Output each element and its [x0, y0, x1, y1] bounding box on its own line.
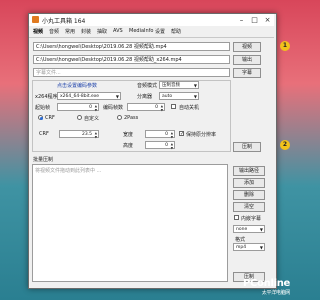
height-stepper[interactable]: 0 ▲ ▼ — [145, 141, 175, 150]
minimize-icon[interactable]: – — [235, 14, 248, 26]
tab-bar: 视频 音频 常用 封装 抽取 AVS MediaInfo 设置 帮助 — [29, 26, 274, 38]
batch-file-list[interactable]: 将视频文件拖动到此列表中 ... — [32, 164, 228, 282]
add-button[interactable]: 添加 — [233, 178, 265, 188]
auto-shutdown-checkbox[interactable] — [171, 104, 176, 109]
format-select[interactable]: mp4 ▼ — [233, 243, 265, 251]
maximize-icon[interactable]: □ — [248, 14, 261, 26]
splitter-label: 分离器 — [137, 94, 153, 100]
height-label: 高度 — [123, 143, 134, 149]
tab-mediainfo[interactable]: MediaInfo — [129, 28, 153, 34]
app-icon — [32, 16, 39, 23]
tab-mux[interactable]: 封装 — [81, 28, 91, 35]
mode-crf-label: CRF — [45, 115, 55, 121]
mode-2pass-radio[interactable] — [117, 115, 122, 120]
watermark-brand: PConline — [242, 278, 290, 289]
encoder-select[interactable]: x264_64-8bit.exe ▼ — [57, 92, 121, 100]
output-button[interactable]: 输出 — [233, 55, 261, 65]
audio-mode-select[interactable]: 压制音频 ▼ — [159, 81, 199, 89]
browse-video-button[interactable]: 视频 — [233, 42, 261, 52]
annotation-badge-2: 2 — [280, 140, 290, 150]
batch-list-placeholder: 将视频文件拖动到此列表中 ... — [35, 168, 102, 174]
keep-res-label: 保持原分辨率 — [186, 132, 217, 138]
sub-mode-select[interactable]: none ▼ — [233, 225, 265, 233]
chevron-down-icon: ▼ — [193, 94, 197, 99]
tab-audio[interactable]: 音频 — [49, 28, 59, 35]
tab-help[interactable]: 帮助 — [171, 28, 181, 35]
mode-2pass-label: 2Pass — [124, 115, 139, 121]
embedded-sub-label: 内嵌字幕 — [241, 216, 262, 222]
width-stepper[interactable]: 0 ▲ ▼ — [145, 130, 175, 139]
input-file-field[interactable]: C:\Users\hongwei\Desktop\2019.06.28 视频帮助… — [33, 42, 230, 51]
chevron-down-icon: ▼ — [193, 83, 197, 88]
crf-label: CRF — [39, 131, 49, 137]
format-label: 格式 — [235, 237, 246, 243]
watermark: PConline 太平洋电脑网 — [243, 278, 290, 296]
annotation-badge-1: 1 — [280, 41, 290, 51]
tab-settings[interactable]: 设置 — [155, 28, 165, 35]
tab-extract[interactable]: 抽取 — [97, 28, 107, 35]
chevron-down-icon: ▼ — [259, 227, 263, 232]
mode-crf-radio[interactable] — [38, 115, 43, 120]
tab-common[interactable]: 常用 — [65, 28, 75, 35]
chevron-down-icon: ▼ — [115, 94, 119, 99]
app-window: 小丸工具箱 164 – □ × 视频 音频 常用 封装 抽取 AVS Media… — [28, 13, 277, 289]
start-frame-stepper[interactable]: 0 ▲ ▼ — [57, 103, 99, 112]
delete-button[interactable]: 删除 — [233, 190, 265, 200]
audio-mode-label: 音频模式 — [137, 83, 158, 89]
close-icon[interactable]: × — [261, 14, 274, 26]
mode-custom-label: 自定义 — [84, 116, 100, 122]
frame-count-label: 编码帧数 — [103, 105, 124, 111]
splitter-select[interactable]: auto ▼ — [159, 92, 199, 100]
keep-res-checkbox[interactable]: ✓ — [179, 131, 184, 137]
mode-custom-radio[interactable] — [77, 115, 82, 120]
start-frame-label: 起始帧 — [35, 105, 51, 111]
auto-shutdown-label: 自动关机 — [179, 105, 200, 111]
title-bar[interactable]: 小丸工具箱 164 – □ × — [29, 14, 274, 26]
subtitle-button[interactable]: 字幕 — [233, 68, 261, 78]
clear-button[interactable]: 清空 — [233, 202, 265, 212]
output-file-field[interactable]: C:\Users\hongwei\Desktop\2019.06.28 视频帮助… — [33, 55, 230, 64]
encoder-label: x264程序 — [35, 94, 58, 100]
frame-count-stepper[interactable]: 0 ▲ ▼ — [127, 103, 165, 112]
width-label: 宽度 — [123, 132, 134, 138]
window-title: 小丸工具箱 164 — [42, 18, 86, 25]
tab-avs[interactable]: AVS — [113, 28, 123, 34]
output-path-button[interactable]: 输出路径 — [233, 166, 265, 176]
crf-stepper[interactable]: 23.5 ▲ ▼ — [59, 130, 99, 139]
encode-button[interactable]: 压制 — [233, 142, 261, 152]
tab-video[interactable]: 视频 — [33, 28, 43, 35]
encode-params-link[interactable]: 点击设置编码参数 — [57, 82, 97, 89]
batch-title: 批量压制 — [33, 157, 54, 163]
embedded-sub-checkbox[interactable] — [234, 215, 239, 220]
watermark-sub: 太平洋电脑网 — [261, 290, 291, 296]
chevron-down-icon: ▼ — [259, 245, 263, 250]
subtitle-field[interactable]: 字幕文件... — [33, 68, 230, 77]
